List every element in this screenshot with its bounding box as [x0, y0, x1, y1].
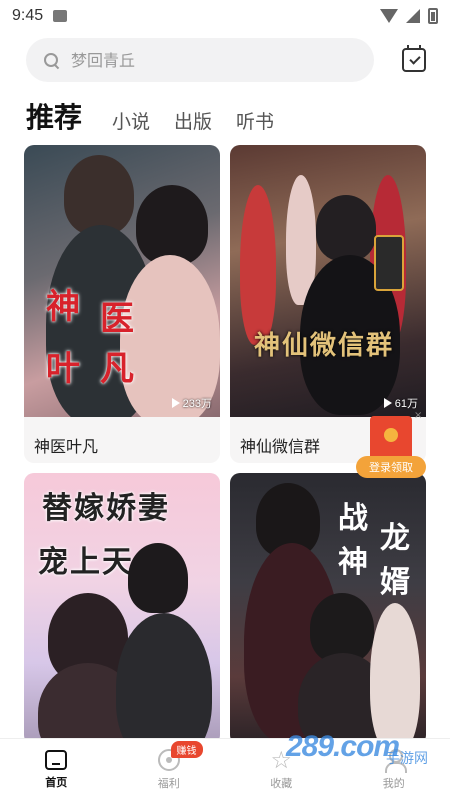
- login-claim-button[interactable]: 登录领取: [356, 456, 426, 478]
- search-input[interactable]: [71, 50, 311, 70]
- play-count: 233万: [171, 395, 212, 411]
- drama-cover: 替嫁娇妻 宠上天: [24, 473, 220, 745]
- cover-title-text: 神仙微信群: [254, 331, 395, 361]
- phone-illustration: [374, 235, 404, 291]
- watermark-sub: 手游网: [386, 751, 428, 767]
- cover-title-char: 婿: [380, 565, 412, 600]
- home-icon: [45, 749, 68, 770]
- cover-figure: [128, 543, 188, 613]
- cover-title-char: 神: [338, 545, 370, 580]
- cover-title-char: 叶: [46, 349, 82, 389]
- drama-card[interactable]: 替嫁娇妻 宠上天: [24, 473, 220, 745]
- search-icon: [44, 52, 59, 68]
- tab-novel[interactable]: 小说: [112, 107, 150, 136]
- play-count-value: 61万: [394, 398, 418, 410]
- calendar-checkin-icon[interactable]: [402, 45, 426, 72]
- red-packet-widget[interactable]: × 登录领取: [356, 410, 426, 478]
- drama-cover: 战 龙 神 婿: [230, 473, 426, 745]
- battery-icon: [428, 8, 438, 24]
- cover-title-char: 凡: [100, 349, 136, 389]
- cover-figure: [64, 155, 134, 235]
- watermark-logo: 289.com 手游网: [286, 728, 436, 772]
- image-notification-icon: [53, 10, 68, 22]
- status-bar: 9:45: [0, 0, 450, 32]
- cover-figure: [116, 613, 212, 745]
- cover-title-text: 宠上天: [38, 545, 134, 580]
- cover-figure: [370, 603, 420, 745]
- drama-card[interactable]: 神 医 叶 凡 233万 神医叶凡: [24, 145, 220, 463]
- search-row: [26, 38, 426, 82]
- cover-title-char: 神: [46, 287, 82, 327]
- cover-title-char: 战: [338, 501, 370, 536]
- cover-title-text: 替嫁娇妻: [42, 491, 170, 526]
- nav-welfare[interactable]: 福利 赚钱: [113, 739, 226, 800]
- tab-recommend[interactable]: 推荐: [26, 96, 82, 136]
- drama-card[interactable]: 战 龙 神 婿: [230, 473, 426, 745]
- drama-title: 神医叶凡: [34, 436, 99, 456]
- nav-label: 收藏: [270, 776, 293, 790]
- cover-figure: [316, 195, 376, 261]
- nav-label: 首页: [45, 775, 68, 789]
- tab-audiobook[interactable]: 听书: [236, 107, 274, 136]
- drama-cover: 神仙微信群 61万: [230, 145, 426, 417]
- play-icon: [171, 398, 180, 408]
- category-tabs: 推荐 小说 出版 听书: [26, 96, 274, 136]
- play-count: 61万: [383, 395, 418, 411]
- tab-publishing[interactable]: 出版: [174, 107, 212, 136]
- nav-label: 我的: [382, 776, 405, 790]
- status-time: 9:45: [12, 7, 44, 24]
- cover-title-char: 医: [100, 299, 136, 339]
- nav-home[interactable]: 首页: [0, 739, 113, 800]
- cover-title-char: 龙: [380, 521, 412, 556]
- cover-figure: [240, 185, 276, 345]
- nav-label: 福利: [157, 776, 180, 790]
- search-box[interactable]: [26, 38, 374, 82]
- status-icons: [380, 8, 438, 24]
- close-icon[interactable]: ×: [414, 410, 422, 421]
- watermark-text: 289.com: [286, 730, 400, 763]
- earn-badge: 赚钱: [170, 741, 203, 758]
- play-count-value: 233万: [182, 398, 212, 410]
- signal-icon: [406, 9, 420, 23]
- play-icon: [383, 398, 392, 408]
- wifi-icon: [380, 9, 398, 23]
- drama-cover: 神 医 叶 凡 233万: [24, 145, 220, 417]
- cover-figure: [136, 185, 208, 265]
